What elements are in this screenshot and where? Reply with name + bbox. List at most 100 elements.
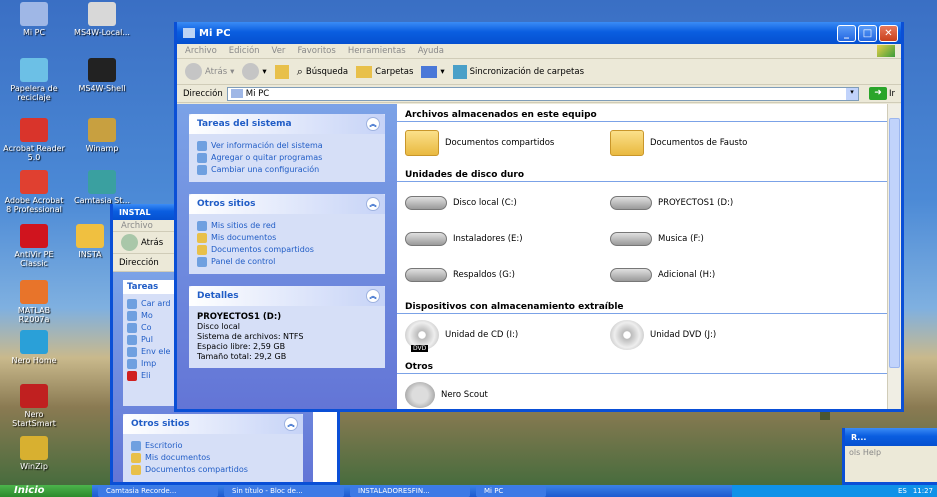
folder-icon <box>131 452 141 463</box>
back-right-titlebar[interactable]: R... <box>845 428 937 446</box>
link-shared-documents[interactable]: Documentos compartidos <box>197 244 377 255</box>
vertical-scrollbar[interactable] <box>887 104 901 409</box>
minimize-button[interactable]: _ <box>837 24 856 42</box>
instal-other-places-panel: Otros sitios ︽ Escritorio Mis documentos … <box>123 414 303 482</box>
desktop-icon-ms4w-local[interactable]: MS4W-Local... <box>70 2 134 37</box>
go-button[interactable]: ➜ Ir <box>863 87 901 100</box>
search-button[interactable]: ⌕ Búsqueda <box>297 65 348 79</box>
desktop-icon-recycle-bin[interactable]: Papelera de reciclaje <box>2 58 66 102</box>
taskbar-item-notepad[interactable]: Sin título - Bloc de... <box>224 485 344 497</box>
collapse-icon[interactable]: ︽ <box>366 289 380 303</box>
desktop-icon-camtasia[interactable]: Camtasia St... <box>70 170 134 205</box>
hard-drive-icon <box>405 232 447 246</box>
mi-pc-titlebar[interactable]: Mi PC _ □ ✕ <box>177 22 901 44</box>
details-filesystem: Sistema de archivos: NTFS <box>197 332 304 341</box>
desktop-icon-insta[interactable]: INSTA <box>70 224 110 259</box>
address-input[interactable]: Mi PC ▾ <box>226 86 859 101</box>
language-indicator[interactable]: ES <box>898 487 907 495</box>
item-drive-e[interactable]: Instaladores (E:) <box>405 222 610 256</box>
hard-drive-icon <box>610 196 652 210</box>
desktop-icon-winzip[interactable]: WinZip <box>2 436 66 471</box>
details-free-space: Espacio libre: 2,59 GB <box>197 342 286 351</box>
folder-icon <box>76 224 104 248</box>
up-button[interactable] <box>274 64 289 79</box>
back-button[interactable]: Atrás <box>121 234 163 251</box>
desktop-icon-nero-startsmart[interactable]: Nero StartSmart <box>2 384 66 428</box>
window-icon <box>88 2 116 26</box>
back-button[interactable]: Atrás ▾ <box>185 63 234 80</box>
taskbar-item-mi-pc[interactable]: Mi PC <box>476 485 546 497</box>
back-arrow-icon <box>121 234 138 251</box>
item-fausto-documents[interactable]: Documentos de Fausto <box>610 126 815 160</box>
menu-archivo[interactable]: Archivo <box>185 46 217 56</box>
menu-edicion[interactable]: Edición <box>229 46 260 56</box>
desktop-icon-nero-home[interactable]: Nero Home <box>2 330 66 365</box>
collapse-icon[interactable]: ︽ <box>284 417 298 431</box>
hard-drive-icon <box>405 268 447 282</box>
link-mis-documentos[interactable]: Mis documentos <box>131 452 295 463</box>
menu-herramientas[interactable]: Herramientas <box>348 46 406 56</box>
matlab-icon <box>20 280 48 304</box>
menu-ayuda[interactable]: Ayuda <box>418 46 444 56</box>
views-button[interactable]: ▾ <box>421 65 445 78</box>
details-name: PROYECTOS1 (D:) <box>197 312 282 322</box>
close-button[interactable]: ✕ <box>879 24 898 42</box>
desktop-icon-acrobat-pro[interactable]: Adobe Acrobat 8 Professional <box>2 170 66 214</box>
acrobat-pro-icon <box>20 170 48 194</box>
sync-button[interactable]: Sincronización de carpetas <box>452 64 584 79</box>
system-tasks-header[interactable]: Tareas del sistema ︽ <box>189 114 385 134</box>
address-bar: Dirección Mi PC ▾ ➜ Ir <box>177 85 901 103</box>
desktop-icon-winamp[interactable]: Winamp <box>70 118 134 153</box>
desktop-icon-my-pc[interactable]: Mi PC <box>2 2 66 37</box>
task-view-system-info[interactable]: Ver información del sistema <box>197 140 377 151</box>
menu-favoritos[interactable]: Favoritos <box>297 46 335 56</box>
item-cd-drive-i[interactable]: DVD Unidad de CD (I:) <box>405 318 610 352</box>
link-documentos-compartidos[interactable]: Documentos compartidos <box>131 464 295 475</box>
details-header[interactable]: Detalles ︽ <box>189 286 385 306</box>
link-my-documents[interactable]: Mis documentos <box>197 232 377 243</box>
desktop-icon-ms4w-shell[interactable]: MS4W-Shell <box>70 58 134 93</box>
menu-archivo[interactable]: Archivo <box>121 221 153 231</box>
collapse-icon[interactable]: ︽ <box>366 117 380 131</box>
item-drive-h[interactable]: Adicional (H:) <box>610 258 815 292</box>
item-dvd-drive-j[interactable]: Unidad DVD (J:) <box>610 318 815 352</box>
link-network-places[interactable]: Mis sitios de red <box>197 220 377 231</box>
instal-other-places-header[interactable]: Otros sitios ︽ <box>123 414 303 434</box>
item-nero-scout[interactable]: Nero Scout <box>405 378 610 409</box>
task-icon <box>127 322 137 333</box>
taskbar-item-camtasia[interactable]: Camtasia Recorde... <box>98 485 218 497</box>
task-icon <box>127 346 137 357</box>
task-add-remove-programs[interactable]: Agregar o quitar programas <box>197 152 377 163</box>
maximize-button[interactable]: □ <box>858 24 877 42</box>
item-drive-g[interactable]: Respaldos (G:) <box>405 258 610 292</box>
start-button[interactable]: Inicio <box>0 485 92 497</box>
task-change-setting[interactable]: Cambiar una configuración <box>197 164 377 175</box>
item-drive-f[interactable]: Musica (F:) <box>610 222 815 256</box>
desktop-icon-antivir[interactable]: AntiVir PE Classic <box>2 224 66 268</box>
folders-button[interactable]: Carpetas <box>356 65 413 78</box>
item-drive-c[interactable]: Disco local (C:) <box>405 186 610 220</box>
link-control-panel[interactable]: Panel de control <box>197 256 377 267</box>
item-drive-d[interactable]: PROYECTOS1 (D:) <box>610 186 815 220</box>
item-shared-documents[interactable]: Documentos compartidos <box>405 126 610 160</box>
menu-ver[interactable]: Ver <box>272 46 286 56</box>
link-escritorio[interactable]: Escritorio <box>131 440 295 451</box>
mi-pc-window: Mi PC _ □ ✕ Archivo Edición Ver Favorito… <box>174 22 904 412</box>
desktop-icon-acrobat-reader[interactable]: Acrobat Reader 5.0 <box>2 118 66 162</box>
other-places-header[interactable]: Otros sitios ︽ <box>189 194 385 214</box>
computer-icon <box>20 2 48 26</box>
delete-icon <box>127 370 137 381</box>
details-panel: Detalles ︽ PROYECTOS1 (D:) Disco local Si… <box>189 286 385 368</box>
desktop: Mi PC MS4W-Local... Papelera de reciclaj… <box>0 0 937 497</box>
menubar: Archivo Edición Ver Favoritos Herramient… <box>177 44 901 59</box>
system-info-icon <box>197 140 207 151</box>
control-panel-icon <box>197 164 207 175</box>
scrollbar-thumb[interactable] <box>889 118 900 368</box>
windows-flag-icon <box>877 45 895 57</box>
collapse-icon[interactable]: ︽ <box>366 197 380 211</box>
desktop-icon-matlab[interactable]: MATLAB R2007a <box>2 280 66 324</box>
dropdown-icon[interactable]: ▾ <box>845 87 858 100</box>
taskbar-item-instaladores[interactable]: INSTALADORESFIN... <box>350 485 470 497</box>
forward-button[interactable]: ▾ <box>242 63 267 80</box>
window-title: Mi PC <box>199 27 231 39</box>
